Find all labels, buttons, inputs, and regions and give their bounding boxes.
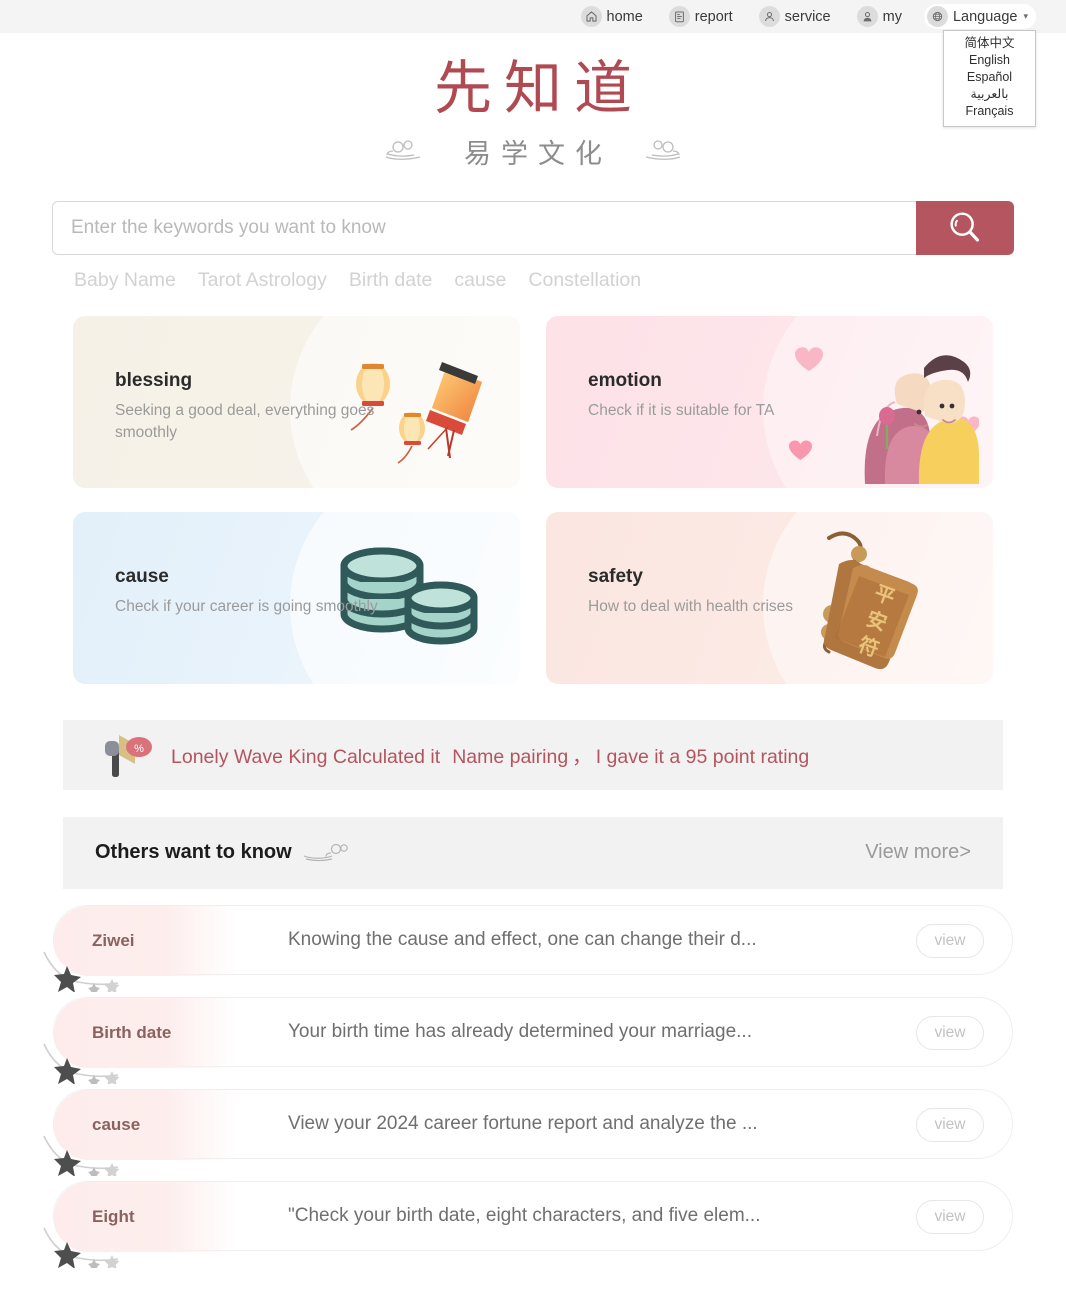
nav-label-service: service (784, 8, 831, 25)
card-emotion[interactable]: emotion Check if it is suitable for TA (546, 315, 993, 488)
report-icon (668, 6, 690, 27)
nav-label-home: home (606, 8, 643, 25)
card-cause[interactable]: cause Check if your career is going smoo… (73, 511, 520, 684)
nav-item-report[interactable]: report (668, 6, 733, 27)
chevron-right-icon: > (959, 841, 971, 864)
row-tag: Ziwei (54, 905, 236, 976)
view-button[interactable]: view (916, 923, 984, 958)
row-tag: Birth date (54, 997, 236, 1068)
feature-card-grid: blessing Seeking a good deal, everything… (73, 315, 993, 684)
announcement-segment-3: I gave it a 95 point rating (595, 746, 810, 769)
cloud-ornament-left-icon (385, 140, 421, 161)
home-icon (580, 6, 602, 27)
language-dropdown-menu[interactable]: 简体中文 English Español بالعربية Français (943, 30, 1036, 127)
language-option-zh[interactable]: 简体中文 (944, 35, 1035, 52)
section-title: Others want to know (95, 841, 292, 864)
tag-constellation[interactable]: Constellation (528, 269, 641, 292)
announcement-segment-2: Name pairing (452, 746, 569, 769)
language-selector[interactable]: Language ▾ 简体中文 English Español بالعربية… (923, 4, 1036, 127)
view-button[interactable]: view (916, 1015, 984, 1050)
globe-icon (926, 6, 948, 27)
site-logo: 先知道 易学文化 (0, 33, 1066, 171)
card-description: How to deal with health crises (588, 597, 794, 615)
announcement-segment-1: Lonely Wave King Calculated it (171, 746, 441, 769)
megaphone-icon: % (105, 734, 152, 777)
language-button[interactable]: Language ▾ (923, 4, 1036, 29)
knowledge-list: Ziwei Knowing the cause and effect, one … (43, 904, 1013, 1268)
nav-item-my[interactable]: my (856, 6, 902, 27)
card-description: Check if your career is going smoothly (115, 597, 378, 615)
list-item[interactable]: Eight "Check your birth date, eight char… (43, 1180, 1013, 1268)
announcement-banner: % Lonely Wave King Calculated it Name pa… (63, 719, 1003, 790)
search-input[interactable] (52, 200, 916, 255)
card-description: Seeking a good deal, everything goes smo… (115, 401, 375, 441)
view-button[interactable]: view (916, 1107, 984, 1142)
card-title: emotion (588, 369, 662, 391)
logo-sub-text: 易学文化 (464, 138, 612, 169)
card-description: Check if it is suitable for TA (588, 401, 775, 419)
row-tag: Eight (54, 1181, 236, 1252)
language-option-fr[interactable]: Français (944, 103, 1035, 120)
tag-cause[interactable]: cause (454, 269, 506, 292)
view-more-label: View more (865, 841, 960, 864)
others-header-left: Others want to know (95, 841, 350, 865)
announcement-text[interactable]: Lonely Wave King Calculated it Name pair… (171, 740, 809, 769)
tag-birth-date[interactable]: Birth date (349, 269, 432, 292)
search-bar (52, 200, 1014, 255)
search-icon (950, 212, 980, 242)
cloud-icon (303, 843, 348, 861)
top-navigation-bar: home report service my Language ▾ 简体中文 E… (0, 0, 1066, 127)
list-item[interactable]: cause View your 2024 career fortune repo… (43, 1088, 1013, 1176)
chevron-down-icon: ▾ (1023, 11, 1028, 21)
row-text: View your 2024 career fortune report and… (288, 1112, 758, 1134)
language-option-es[interactable]: Español (944, 69, 1035, 86)
view-button[interactable]: view (916, 1199, 984, 1234)
announcement-comma: ， (572, 746, 592, 769)
card-safety[interactable]: safety How to deal with health crises 平 … (546, 511, 993, 684)
tag-baby-name[interactable]: Baby Name (74, 269, 176, 292)
row-text: Knowing the cause and effect, one can ch… (288, 928, 757, 950)
cloud-ornament-right-icon (645, 140, 681, 161)
user-icon (856, 6, 878, 27)
row-text: Your birth time has already determined y… (288, 1020, 752, 1042)
list-item[interactable]: Birth date Your birth time has already d… (43, 996, 1013, 1084)
nav-item-service[interactable]: service (758, 6, 831, 27)
search-button[interactable] (916, 200, 1014, 255)
card-title: cause (115, 565, 169, 587)
tag-tarot-astrology[interactable]: Tarot Astrology (198, 269, 327, 292)
view-more-button[interactable]: View more > (865, 841, 971, 864)
service-icon (758, 6, 780, 27)
language-label: Language (952, 8, 1018, 25)
row-text: "Check your birth date, eight characters… (288, 1204, 761, 1226)
language-option-ar[interactable]: بالعربية (944, 86, 1035, 103)
svg-text:%: % (134, 743, 144, 755)
card-title: blessing (115, 369, 193, 391)
nav-label-my: my (882, 8, 902, 25)
nav-item-home[interactable]: home (580, 6, 643, 27)
card-title: safety (588, 565, 643, 587)
nav-label-report: report (694, 8, 733, 25)
search-suggestion-tags: Baby Name Tarot Astrology Birth date cau… (52, 269, 1014, 292)
logo-main-text: 先知道 (433, 56, 644, 121)
row-tag: cause (54, 1089, 236, 1160)
logo-subtitle-row: 易学文化 (0, 132, 1066, 171)
card-blessing[interactable]: blessing Seeking a good deal, everything… (73, 315, 520, 488)
language-option-en[interactable]: English (944, 52, 1035, 69)
list-item[interactable]: Ziwei Knowing the cause and effect, one … (43, 904, 1013, 992)
others-want-to-know-header: Others want to know View more > (63, 816, 1003, 889)
